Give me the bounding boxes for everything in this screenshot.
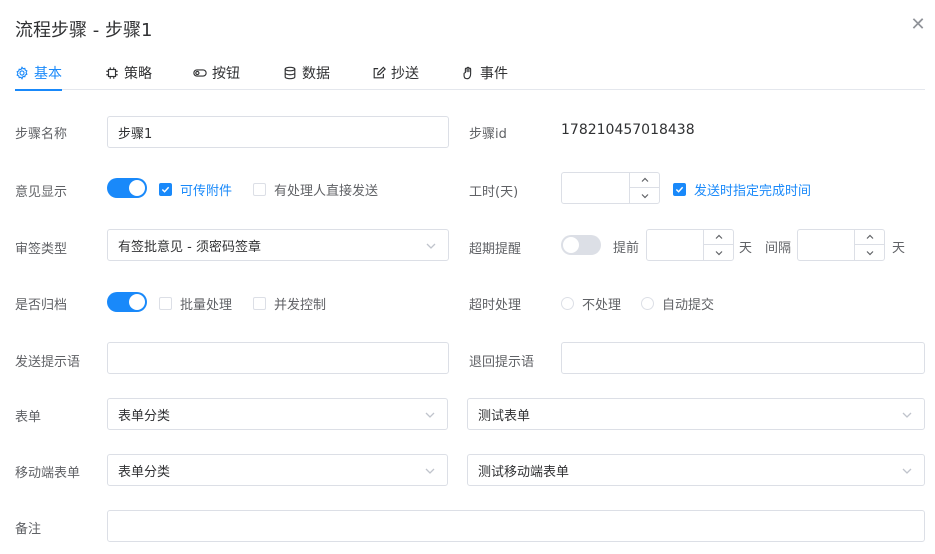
tab-cc[interactable]: 抄送 [372,55,419,90]
radio-label: 自动提交 [662,298,715,313]
radio-no-handle[interactable]: 不处理 [561,294,621,313]
work-hours-stepper[interactable] [561,172,660,204]
tab-label: 抄送 [391,65,419,82]
increment-button[interactable] [703,230,733,245]
form-category-select[interactable]: 表单分类 [107,398,448,430]
opinion-display-label: 意见显示 [15,185,68,200]
chevron-down-icon [902,412,912,418]
interval-unit: 天 [892,241,906,256]
dialog-title: 流程步骤 - 步骤1 [15,20,153,41]
chevron-up-icon [866,234,873,239]
decrement-button[interactable] [703,245,733,260]
decrement-button[interactable] [629,188,659,203]
send-tip-label: 发送提示语 [15,355,81,370]
form-category-value: 表单分类 [118,408,171,424]
before-days-stepper[interactable] [646,229,734,261]
sign-type-value: 有签批意见 - 须密码签章 [118,239,261,255]
form-select[interactable]: 测试表单 [467,398,925,430]
specify-time-label: 发送时指定完成时间 [694,184,812,199]
chevron-down-icon [902,468,912,474]
mobile-form-label: 移动端表单 [15,466,81,481]
direct-send-label: 有处理人直接发送 [274,184,379,199]
before-unit: 天 [739,241,753,256]
radio-auto-submit[interactable]: 自动提交 [641,294,714,313]
form-label: 表单 [15,410,42,425]
interval-days-stepper[interactable] [797,229,885,261]
step-id-value: 178210457018438 [561,122,695,138]
chevron-down-icon [866,250,873,255]
gear-icon [16,65,28,80]
step-name-input[interactable]: 步骤1 [107,116,449,148]
batch-checkbox[interactable]: 批量处理 [159,294,232,313]
chevron-down-icon [425,412,435,418]
overdue-remind-label: 超期提醒 [469,242,522,257]
attach-label: 可传附件 [180,184,233,199]
tab-label: 数据 [302,65,330,82]
hand-icon [463,66,472,79]
form-value: 测试表单 [478,408,531,424]
chevron-down-icon [425,468,435,474]
mobile-form-category-select[interactable]: 表单分类 [107,454,448,486]
mobile-form-category-value: 表单分类 [118,464,171,480]
database-icon [284,66,296,79]
check-icon [161,186,170,193]
specify-time-checkbox[interactable]: 发送时指定完成时间 [673,180,811,199]
remark-label: 备注 [15,522,42,537]
before-label: 提前 [613,241,640,256]
tab-buttons[interactable]: 按钮 [193,55,240,90]
edit-icon [373,66,386,78]
chip-icon [106,66,118,79]
chevron-down-icon [715,250,722,255]
tab-label: 按钮 [212,65,240,82]
tab-events[interactable]: 事件 [461,55,508,90]
mobile-form-value: 测试移动端表单 [478,464,570,480]
sign-type-select[interactable]: 有签批意见 - 须密码签章 [107,229,449,261]
increment-button[interactable] [854,230,884,245]
radio-label: 不处理 [582,298,622,313]
chevron-down-icon [641,193,648,198]
chevron-up-icon [641,177,648,182]
chevron-down-icon [426,243,436,249]
tab-bar: 基本 策略 按钮 数据 抄送 事件 [15,55,925,91]
mobile-form-select[interactable]: 测试移动端表单 [467,454,925,486]
attach-checkbox[interactable]: 可传附件 [159,180,232,199]
remark-input[interactable] [107,510,925,542]
tab-basic[interactable]: 基本 [15,55,62,91]
tab-strategy[interactable]: 策略 [105,55,152,90]
check-icon [675,186,684,193]
timeout-handle-label: 超时处理 [469,298,522,313]
return-tip-label: 退回提示语 [469,355,535,370]
step-id-label: 步骤id [469,127,507,142]
toggle-icon [193,68,207,77]
direct-send-checkbox[interactable]: 有处理人直接发送 [253,180,378,199]
increment-button[interactable] [629,173,659,188]
work-hours-label: 工时(天) [469,185,519,200]
batch-label: 批量处理 [180,298,233,313]
concurrent-label: 并发控制 [274,298,327,313]
overdue-remind-switch[interactable] [561,235,601,255]
tab-label: 策略 [124,65,152,82]
send-tip-input[interactable] [107,342,449,374]
concurrent-checkbox[interactable]: 并发控制 [253,294,326,313]
close-icon[interactable]: ✕ [909,16,927,34]
chevron-up-icon [715,234,722,239]
sign-type-label: 审签类型 [15,242,68,257]
tab-data[interactable]: 数据 [283,55,330,90]
archive-label: 是否归档 [15,298,68,313]
interval-label: 间隔 [765,241,792,256]
archive-switch[interactable] [107,292,147,312]
opinion-display-switch[interactable] [107,178,147,198]
tab-label: 基本 [34,65,62,82]
tab-label: 事件 [480,65,508,82]
step-name-label: 步骤名称 [15,127,68,142]
decrement-button[interactable] [854,245,884,260]
return-tip-input[interactable] [561,342,925,374]
